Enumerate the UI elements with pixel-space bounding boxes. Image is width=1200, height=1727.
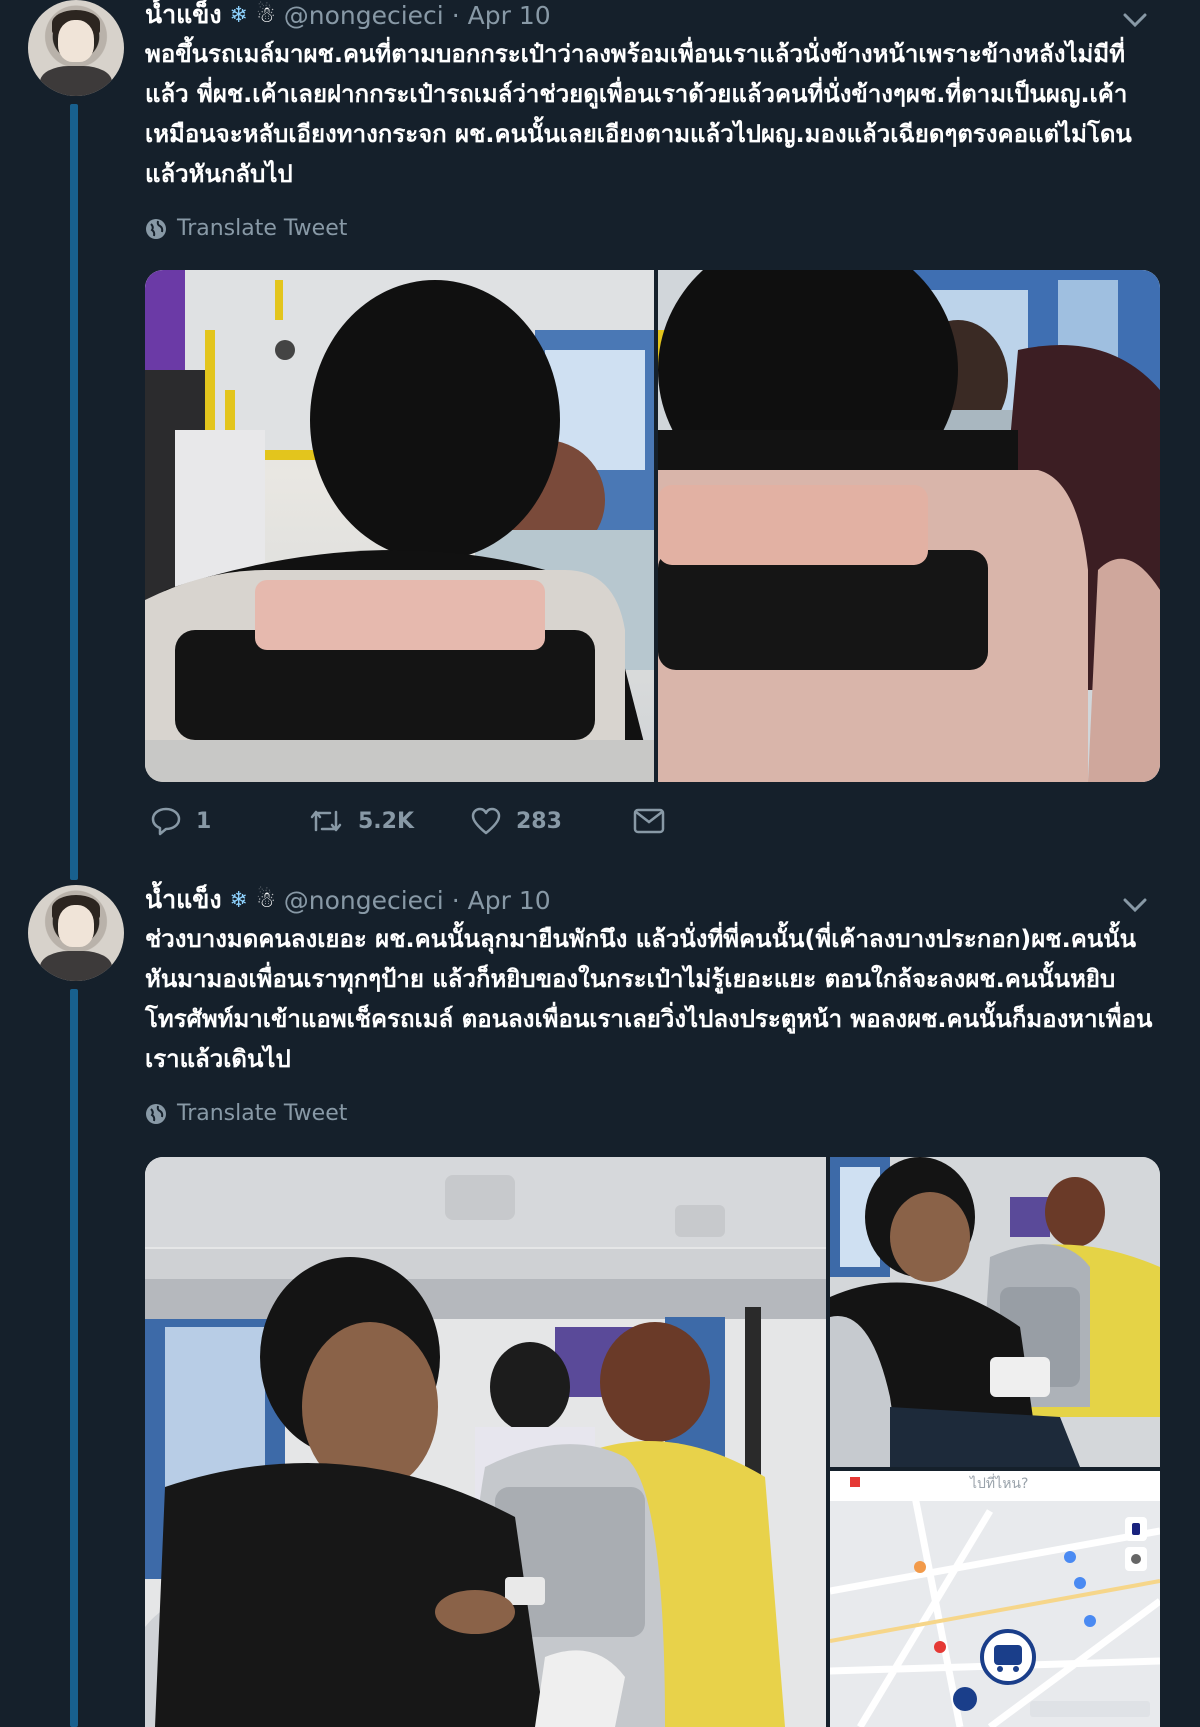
tweet-date[interactable]: Apr 10 [468,886,551,915]
translate-tweet-link[interactable]: Translate Tweet [145,1101,347,1126]
thread-line [70,989,78,1727]
snowman-icon: ☃ [255,887,276,913]
like-icon [470,806,502,836]
tweet-header: น้ำแข็ง ❄ ☃ @nongecieci · Apr 10 [145,880,551,920]
avatar[interactable] [28,0,124,96]
tweet-1[interactable]: น้ำแข็ง ❄ ☃ @nongecieci · Apr 10 พอขึ้นร… [0,0,1200,880]
globe-icon [145,218,167,240]
bus-photo-3[interactable] [145,1157,826,1727]
display-name[interactable]: น้ำแข็ง [145,0,222,35]
snowflake-icon: ❄ [229,887,248,913]
tweet-2[interactable]: น้ำแข็ง ❄ ☃ @nongecieci · Apr 10 ช่วงบาง… [0,885,1200,1727]
tweet-text: พอขึ้นรถเมล์มาผช.คนที่ตามบอกกระเป๋าว่าลง… [145,40,1132,188]
reply-button[interactable]: 1 [150,806,211,836]
bus-photo-4[interactable] [830,1157,1160,1467]
snowflake-icon: ❄ [229,2,248,28]
separator-dot: · [451,885,460,915]
like-count: 283 [516,808,562,834]
dm-button[interactable] [632,806,666,836]
reply-count: 1 [196,808,212,834]
bus-app-map-screenshot[interactable]: ไปที่ไหน? [830,1471,1160,1727]
separator-dot: · [451,0,460,30]
map-destination-prompt: ไปที่ไหน? [970,1476,1029,1492]
timeline: น้ำแข็ง ❄ ☃ @nongecieci · Apr 10 พอขึ้นร… [0,0,1200,1727]
tweet-header: น้ำแข็ง ❄ ☃ @nongecieci · Apr 10 [145,0,551,35]
media-grid[interactable] [145,270,1160,782]
like-button[interactable]: 283 [470,806,562,836]
retweet-button[interactable]: 5.2K [308,806,414,836]
tweet-text: ช่วงบางมดคนลงเยอะ ผช.คนนั้นลุกมายืนพักนึ… [145,925,1153,1073]
tweet-actions: 1 5.2K 283 [150,806,710,846]
bus-photo-1[interactable] [145,270,654,782]
dm-icon [632,806,666,836]
thread-line [70,104,78,880]
media-grid[interactable]: ไปที่ไหน? [145,1157,1160,1727]
translate-label: Translate Tweet [177,1101,348,1126]
retweet-icon [308,806,344,836]
avatar[interactable] [28,885,124,981]
globe-icon [145,1103,167,1125]
retweet-count: 5.2K [358,808,415,834]
chevron-down-icon[interactable] [1122,895,1148,915]
user-handle[interactable]: @nongecieci [284,886,444,915]
tweet-date[interactable]: Apr 10 [468,1,551,30]
chevron-down-icon[interactable] [1122,10,1148,30]
display-name[interactable]: น้ำแข็ง [145,880,222,920]
translate-tweet-link[interactable]: Translate Tweet [145,216,347,241]
snowman-icon: ☃ [255,2,276,28]
translate-label: Translate Tweet [177,216,348,241]
reply-icon [150,806,182,836]
bus-photo-2[interactable] [658,270,1160,782]
user-handle[interactable]: @nongecieci [284,1,444,30]
